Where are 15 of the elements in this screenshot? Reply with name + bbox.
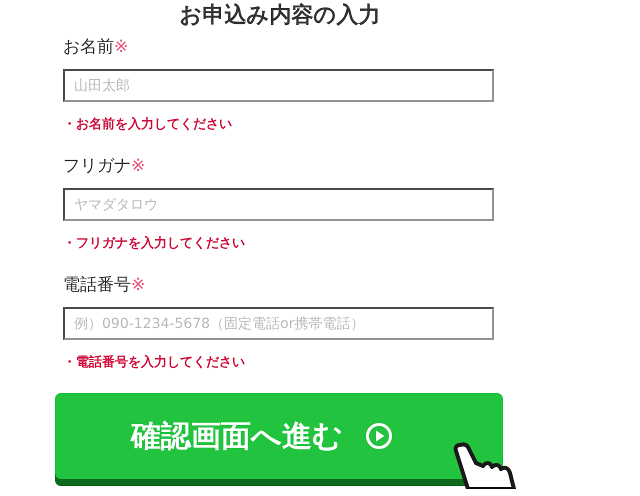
play-icon [365, 422, 393, 450]
field-label: フリガナ [63, 155, 131, 177]
input-field[interactable]: 例）090-1234-5678（固定電話or携帯電話） [63, 307, 494, 340]
error-message: ・フリガナを入力してください [63, 236, 246, 252]
field-label: 電話番号 [63, 274, 131, 296]
required-mark: ※ [114, 36, 128, 58]
required-mark: ※ [131, 274, 146, 296]
required-mark: ※ [131, 155, 146, 177]
error-message: ・電話番号を入力してください [63, 355, 246, 371]
input-field[interactable]: 山田太郎 [63, 69, 494, 102]
error-message: ・お名前を入力してください [63, 117, 233, 133]
field-label: お名前 [63, 36, 114, 58]
input-field[interactable]: ヤマダタロウ [63, 188, 494, 221]
confirm-button[interactable]: 確認画面へ進む [55, 393, 503, 479]
form-title: お申込み内容の入力 [178, 2, 382, 30]
